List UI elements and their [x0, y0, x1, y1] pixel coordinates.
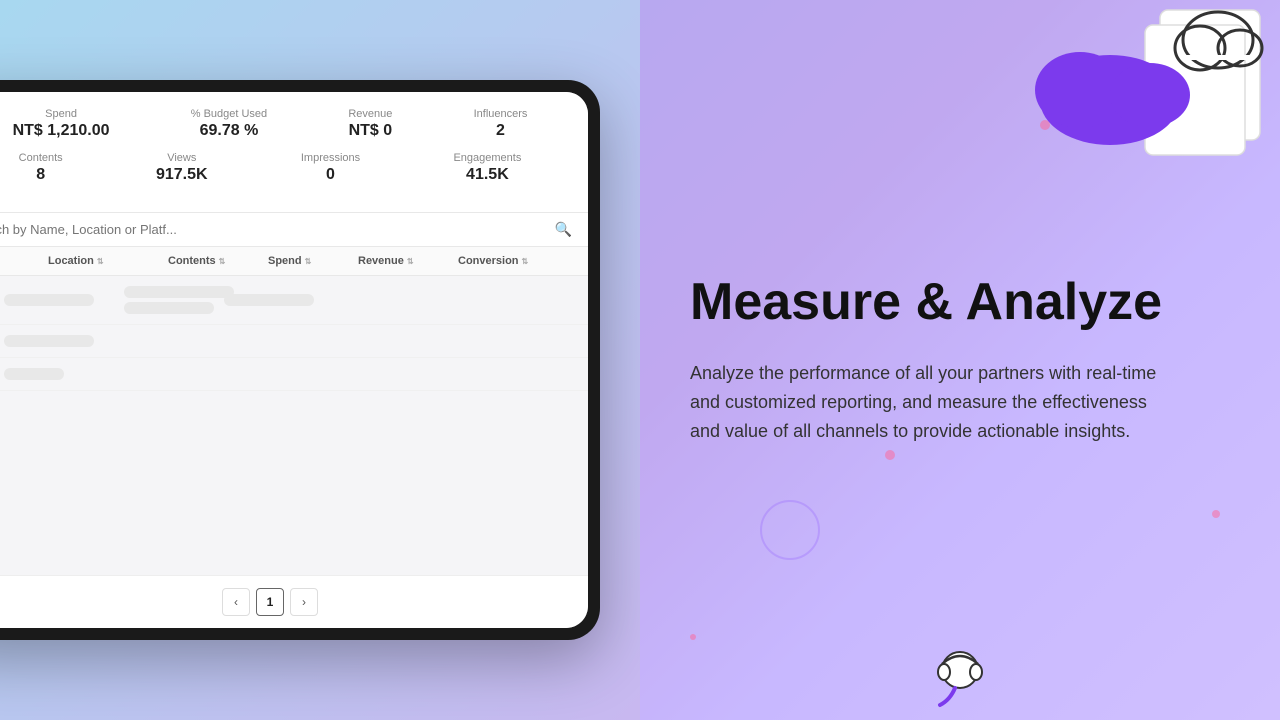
stats-row-1: Spend NT$ 1,210.00 % Budget Used 69.78 %…	[0, 108, 568, 140]
sort-icon: ⇅	[407, 257, 414, 266]
stats-area: Spend NT$ 1,210.00 % Budget Used 69.78 %…	[0, 92, 588, 213]
right-panel: Measure & Analyze Analyze the performanc…	[640, 0, 1280, 720]
skeleton-bar	[124, 302, 214, 314]
main-title: Measure & Analyze	[690, 274, 1220, 331]
col-header-name	[0, 255, 48, 267]
stat-engagements: Engagements 41.5K	[453, 152, 521, 184]
sort-icon: ⇅	[219, 257, 226, 266]
stat-impressions: Impressions 0	[301, 152, 360, 184]
decorative-circle	[760, 500, 820, 560]
decorative-dot	[885, 450, 895, 460]
stats-row-2: Contents 8 Views 917.5K Impressions 0 En…	[0, 152, 568, 184]
row-location	[4, 368, 124, 380]
col-header-location[interactable]: Location ⇅	[48, 255, 168, 267]
row-location	[4, 294, 124, 306]
decorative-dot	[1212, 510, 1220, 518]
table-row	[0, 325, 588, 358]
skeleton-bar	[224, 294, 314, 306]
stat-views: Views 917.5K	[156, 152, 208, 184]
col-header-revenue[interactable]: Revenue ⇅	[358, 255, 458, 267]
pagination: ‹ 1 ›	[0, 575, 588, 628]
left-panel: Spend NT$ 1,210.00 % Budget Used 69.78 %…	[0, 0, 640, 720]
skeleton-bar	[4, 335, 94, 347]
stat-spend: Spend NT$ 1,210.00	[13, 108, 110, 140]
skeleton-bar	[124, 286, 234, 298]
table-row	[0, 276, 588, 325]
prev-page-button[interactable]: ‹	[222, 588, 250, 616]
row-contents	[124, 286, 224, 314]
table-header: Location ⇅ Contents ⇅ Spend ⇅ Revenue ⇅	[0, 247, 588, 276]
cloud-illustration	[1000, 0, 1280, 180]
stat-contents: Contents 8	[19, 152, 63, 184]
stat-influencers: Influencers 2	[474, 108, 528, 140]
row-spend	[224, 294, 314, 306]
skeleton-bar	[4, 368, 64, 380]
page-1-button[interactable]: 1	[256, 588, 284, 616]
search-input[interactable]	[0, 222, 555, 237]
character-illustration	[920, 640, 1000, 720]
row-location	[4, 335, 124, 347]
col-header-spend[interactable]: Spend ⇅	[268, 255, 358, 267]
sort-icon: ⇅	[522, 257, 529, 266]
tablet-screen: Spend NT$ 1,210.00 % Budget Used 69.78 %…	[0, 92, 588, 628]
main-description: Analyze the performance of all your part…	[690, 359, 1170, 445]
search-icon: 🔍	[555, 221, 572, 238]
col-header-contents[interactable]: Contents ⇅	[168, 255, 268, 267]
right-content: Measure & Analyze Analyze the performanc…	[690, 274, 1220, 446]
table-row	[0, 358, 588, 391]
skeleton-bar	[4, 294, 94, 306]
stat-budget: % Budget Used 69.78 %	[191, 108, 267, 140]
next-page-button[interactable]: ›	[290, 588, 318, 616]
tablet-bezel: Spend NT$ 1,210.00 % Budget Used 69.78 %…	[0, 80, 600, 640]
col-header-conversion[interactable]: Conversion ⇅	[458, 255, 558, 267]
sort-icon: ⇅	[97, 257, 104, 266]
stat-revenue: Revenue NT$ 0	[348, 108, 392, 140]
search-bar: 🔍	[0, 213, 588, 247]
table-area: Location ⇅ Contents ⇅ Spend ⇅ Revenue ⇅	[0, 247, 588, 575]
decorative-dot	[690, 634, 696, 640]
sort-icon: ⇅	[305, 257, 312, 266]
